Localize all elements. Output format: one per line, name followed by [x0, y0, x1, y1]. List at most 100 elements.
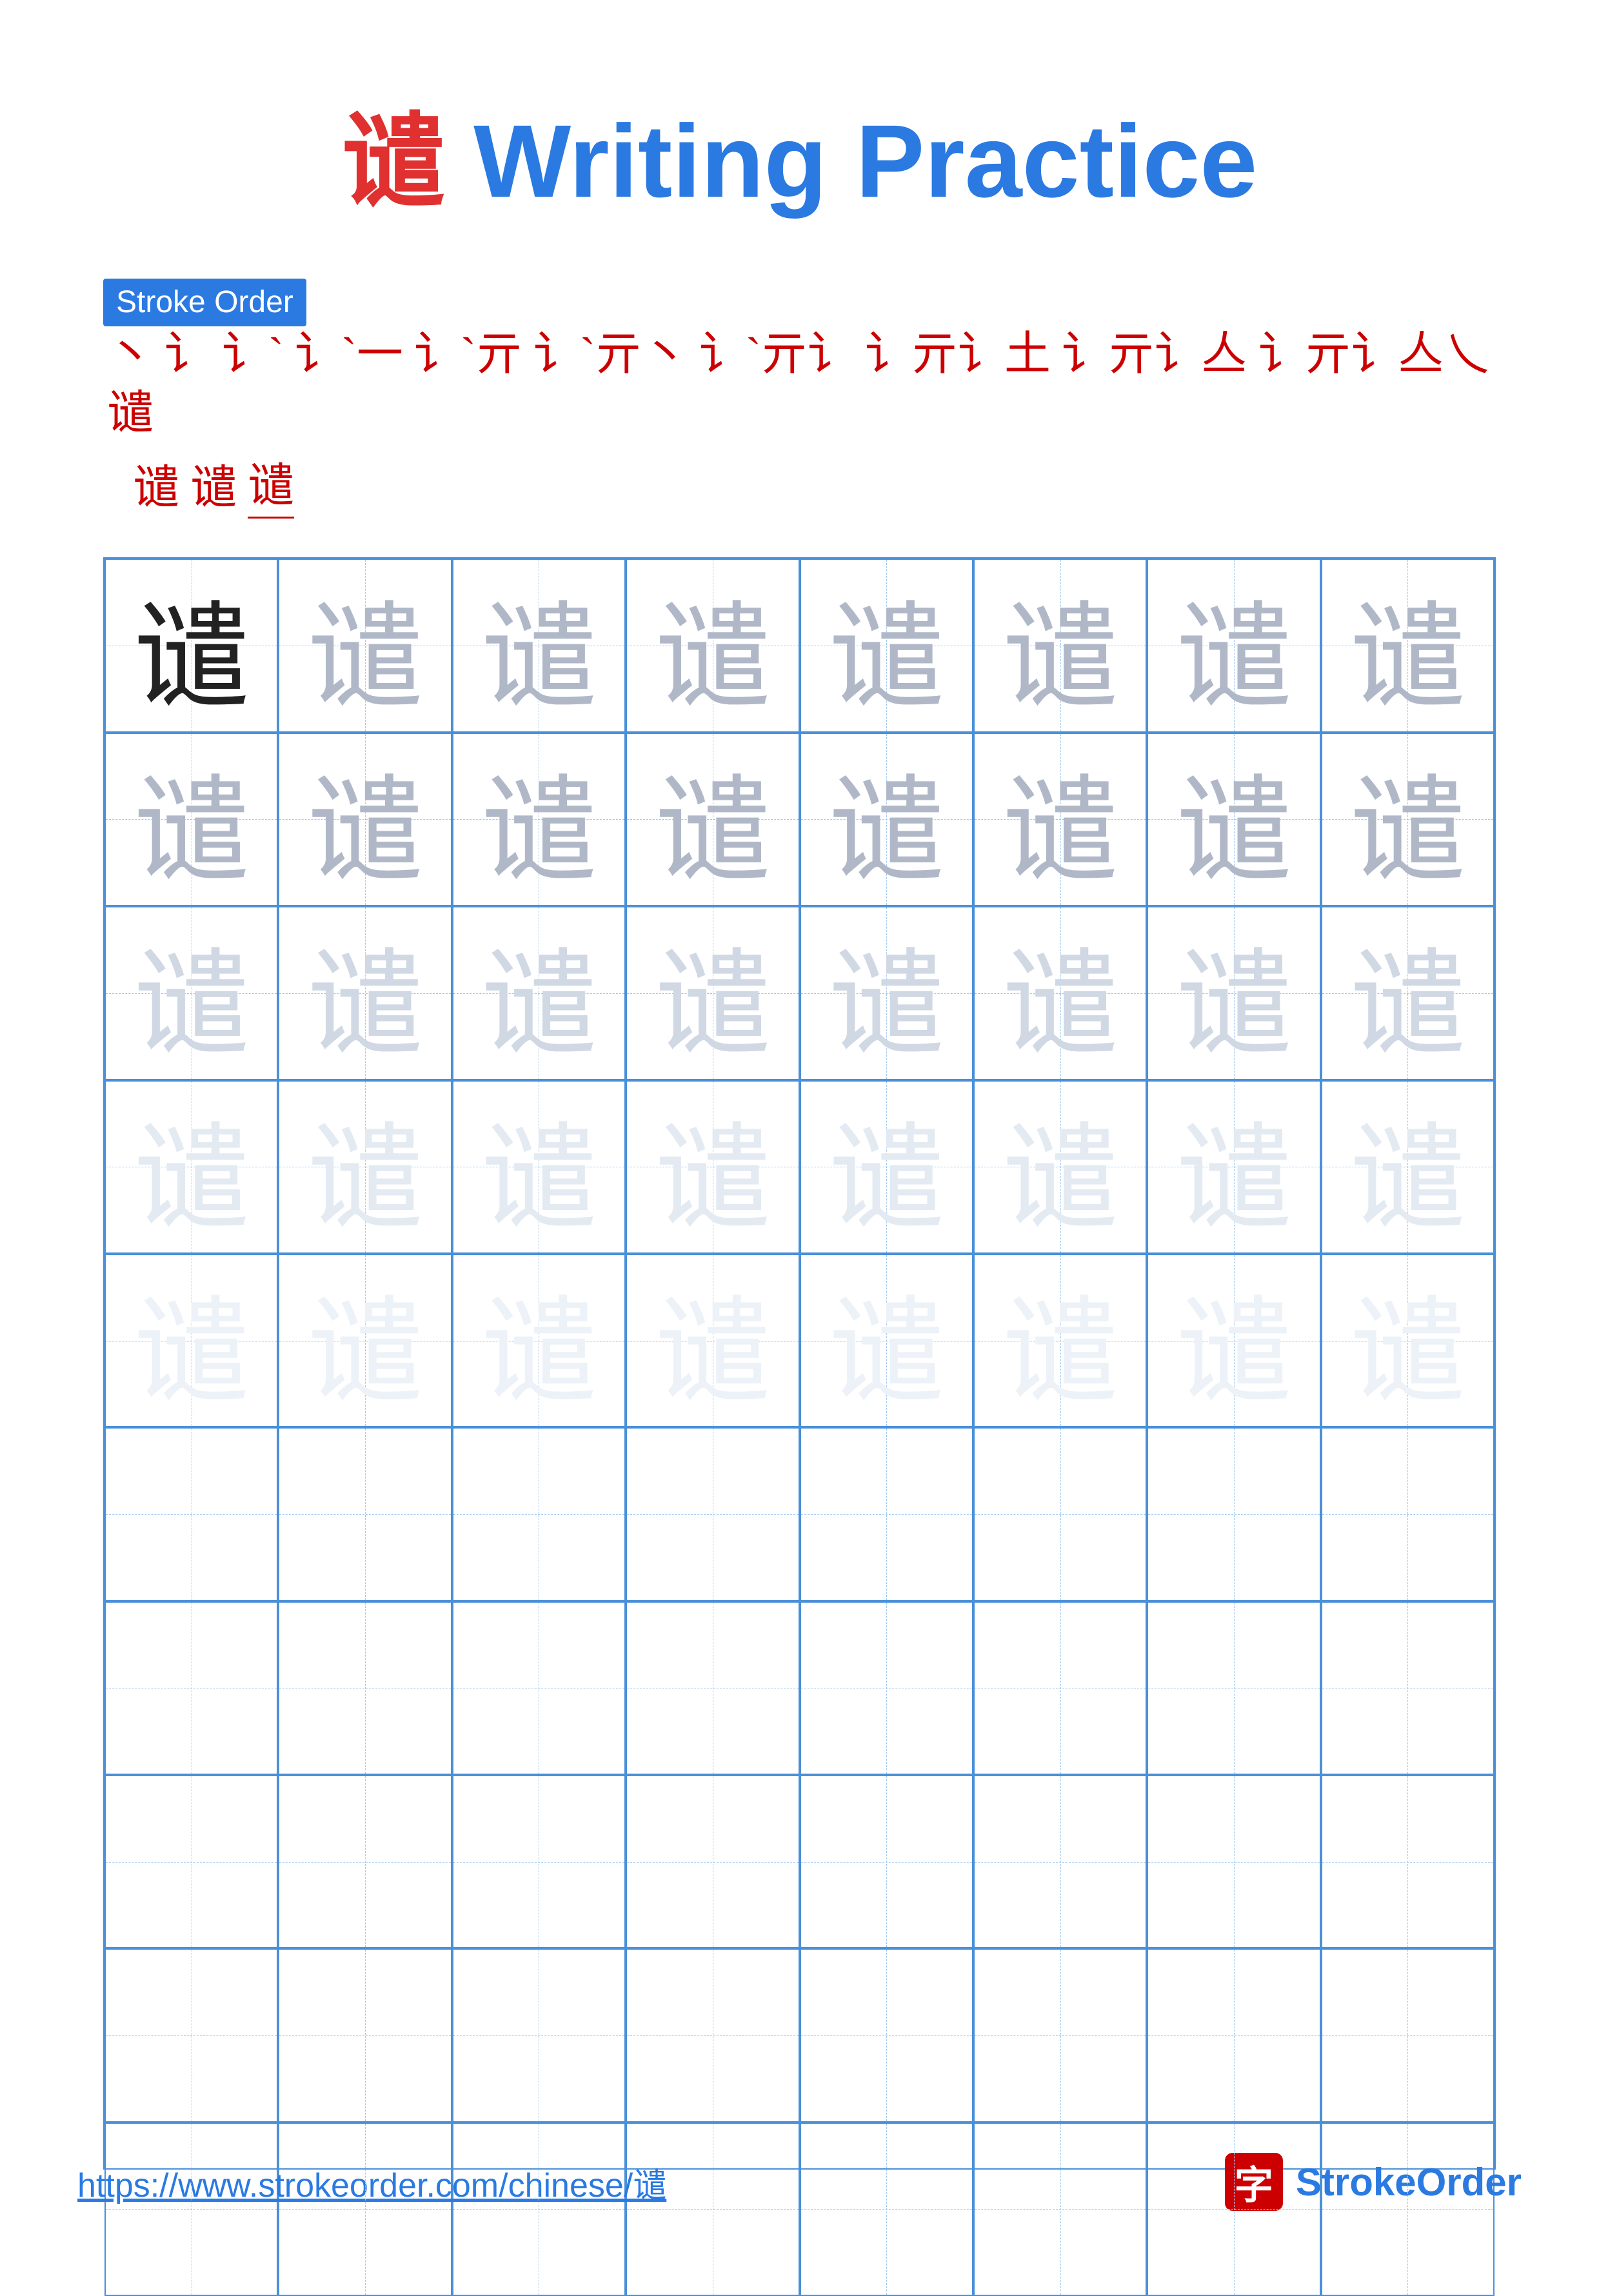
grid-cell-r8c8[interactable] — [1321, 1775, 1495, 1948]
stroke-order-row: Stroke Order 丶 讠 讠` 讠`一 讠`亓 讠`亓丶 讠`亓讠 讠亓… — [103, 279, 1496, 440]
grid-cell-r5c8[interactable]: 谴 — [1321, 1254, 1495, 1427]
grid-cell-r2c7[interactable]: 谴 — [1147, 733, 1320, 906]
grid-cell-r3c3[interactable]: 谴 — [452, 906, 626, 1080]
grid-cell-r1c2[interactable]: 谴 — [278, 559, 452, 732]
grid-cell-r1c3[interactable]: 谴 — [452, 559, 626, 732]
stroke-order-label: Stroke Order — [103, 279, 306, 326]
grid-char: 谴 — [828, 562, 944, 730]
stroke-13: 谴 — [190, 449, 237, 517]
grid-cell-r5c4[interactable]: 谴 — [626, 1254, 799, 1427]
grid-cell-r4c8[interactable]: 谴 — [1321, 1080, 1495, 1254]
grid-char: 谴 — [1349, 1256, 1465, 1425]
grid-cell-r10c7[interactable] — [1147, 2123, 1320, 2296]
grid-cell-r1c5[interactable]: 谴 — [800, 559, 973, 732]
grid-cell-r4c1[interactable]: 谴 — [104, 1080, 278, 1254]
grid-cell-r1c7[interactable]: 谴 — [1147, 559, 1320, 732]
grid-cell-r8c4[interactable] — [626, 1775, 799, 1948]
grid-cell-r5c7[interactable]: 谴 — [1147, 1254, 1320, 1427]
grid-cell-r9c6[interactable] — [973, 1948, 1147, 2122]
grid-cell-r6c6[interactable] — [973, 1427, 1147, 1601]
grid-cell-r1c8[interactable]: 谴 — [1321, 559, 1495, 732]
grid-cell-r4c2[interactable]: 谴 — [278, 1080, 452, 1254]
grid-cell-r6c2[interactable] — [278, 1427, 452, 1601]
grid-cell-r2c2[interactable]: 谴 — [278, 733, 452, 906]
grid-cell-r4c7[interactable]: 谴 — [1147, 1080, 1320, 1254]
grid-cell-r7c2[interactable] — [278, 1601, 452, 1775]
grid-char: 谴 — [1002, 1256, 1118, 1425]
grid-cell-r9c5[interactable] — [800, 1948, 973, 2122]
grid-cell-r7c7[interactable] — [1147, 1601, 1320, 1775]
grid-cell-r3c1[interactable]: 谴 — [104, 906, 278, 1080]
grid-cell-r1c6[interactable]: 谴 — [973, 559, 1147, 732]
grid-cell-r3c7[interactable]: 谴 — [1147, 906, 1320, 1080]
grid-cell-r4c5[interactable]: 谴 — [800, 1080, 973, 1254]
grid-cell-r6c3[interactable] — [452, 1427, 626, 1601]
grid-cell-r6c7[interactable] — [1147, 1427, 1320, 1601]
grid-cell-r2c1[interactable]: 谴 — [104, 733, 278, 906]
grid-cell-r6c5[interactable] — [800, 1427, 973, 1601]
grid-char: 谴 — [1176, 1083, 1292, 1251]
grid-cell-r4c3[interactable]: 谴 — [452, 1080, 626, 1254]
grid-char: 谴 — [307, 735, 423, 904]
practice-grid: 谴 谴 谴 谴 谴 谴 谴 谴 谴 谴 谴 — [103, 557, 1496, 2170]
logo-text: StrokeOrder — [1296, 2160, 1522, 2204]
grid-cell-r5c5[interactable]: 谴 — [800, 1254, 973, 1427]
grid-cell-r3c4[interactable]: 谴 — [626, 906, 799, 1080]
grid-cell-r8c2[interactable] — [278, 1775, 452, 1948]
grid-cell-r7c3[interactable] — [452, 1601, 626, 1775]
grid-cell-r10c2[interactable] — [278, 2123, 452, 2296]
grid-cell-r8c5[interactable] — [800, 1775, 973, 1948]
grid-cell-r2c6[interactable]: 谴 — [973, 733, 1147, 906]
grid-cell-r10c3[interactable] — [452, 2123, 626, 2296]
grid-char: 谴 — [481, 1256, 597, 1425]
grid-cell-r6c4[interactable] — [626, 1427, 799, 1601]
grid-cell-r9c2[interactable] — [278, 1948, 452, 2122]
grid-cell-r4c6[interactable]: 谴 — [973, 1080, 1147, 1254]
grid-cell-r10c8[interactable] — [1321, 2123, 1495, 2296]
grid-cell-r6c1[interactable] — [104, 1427, 278, 1601]
grid-cell-r5c2[interactable]: 谴 — [278, 1254, 452, 1427]
grid-cell-r6c8[interactable] — [1321, 1427, 1495, 1601]
grid-char: 谴 — [481, 909, 597, 1077]
grid-cell-r9c4[interactable] — [626, 1948, 799, 2122]
grid-cell-r2c8[interactable]: 谴 — [1321, 733, 1495, 906]
grid-cell-r5c3[interactable]: 谴 — [452, 1254, 626, 1427]
grid-cell-r3c8[interactable]: 谴 — [1321, 906, 1495, 1080]
grid-cell-r3c5[interactable]: 谴 — [800, 906, 973, 1080]
grid-cell-r8c7[interactable] — [1147, 1775, 1320, 1948]
grid-cell-r10c6[interactable] — [973, 2123, 1147, 2296]
footer-url[interactable]: https://www.strokeorder.com/chinese/谴 — [77, 2158, 666, 2206]
grid-char: 谴 — [1349, 562, 1465, 730]
grid-cell-r7c6[interactable] — [973, 1601, 1147, 1775]
grid-cell-r7c4[interactable] — [626, 1601, 799, 1775]
grid-cell-r7c8[interactable] — [1321, 1601, 1495, 1775]
grid-cell-r7c5[interactable] — [800, 1601, 973, 1775]
grid-cell-r10c1[interactable] — [104, 2123, 278, 2296]
grid-cell-r3c2[interactable]: 谴 — [278, 906, 452, 1080]
grid-cell-r1c4[interactable]: 谴 — [626, 559, 799, 732]
grid-cell-r2c5[interactable]: 谴 — [800, 733, 973, 906]
grid-cell-r7c1[interactable] — [104, 1601, 278, 1775]
footer: https://www.strokeorder.com/chinese/谴 字 … — [77, 2153, 1522, 2211]
grid-cell-r9c7[interactable] — [1147, 1948, 1320, 2122]
grid-cell-r5c6[interactable]: 谴 — [973, 1254, 1147, 1427]
grid-cell-r8c6[interactable] — [973, 1775, 1147, 1948]
grid-cell-r8c3[interactable] — [452, 1775, 626, 1948]
grid-cell-r3c6[interactable]: 谴 — [973, 906, 1147, 1080]
grid-cell-r10c5[interactable] — [800, 2123, 973, 2296]
grid-cell-r9c3[interactable] — [452, 1948, 626, 2122]
grid-cell-r2c3[interactable]: 谴 — [452, 733, 626, 906]
grid-cell-r2c4[interactable]: 谴 — [626, 733, 799, 906]
grid-char: 谴 — [655, 735, 771, 904]
grid-cell-r4c4[interactable]: 谴 — [626, 1080, 799, 1254]
stroke-7: 讠`亓讠 — [699, 326, 854, 382]
stroke-order-section: Stroke Order 丶 讠 讠` 讠`一 讠`亓 讠`亓丶 讠`亓讠 讠亓… — [77, 279, 1522, 519]
grid-char: 谴 — [828, 735, 944, 904]
grid-cell-r5c1[interactable]: 谴 — [104, 1254, 278, 1427]
grid-cell-r9c8[interactable] — [1321, 1948, 1495, 2122]
grid-cell-r9c1[interactable] — [104, 1948, 278, 2122]
grid-cell-r10c4[interactable] — [626, 2123, 799, 2296]
grid-char: 谴 — [1002, 562, 1118, 730]
grid-cell-r1c1[interactable]: 谴 — [104, 559, 278, 732]
grid-cell-r8c1[interactable] — [104, 1775, 278, 1948]
